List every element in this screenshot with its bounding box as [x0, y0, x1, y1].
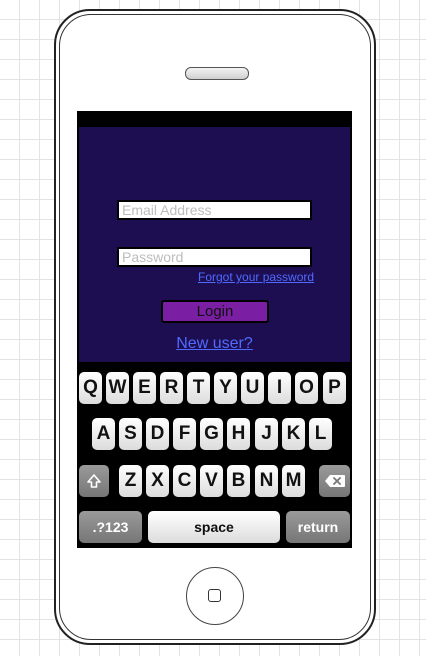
key-y[interactable]: Y — [214, 372, 237, 404]
status-bar — [77, 111, 352, 127]
key-e[interactable]: E — [133, 372, 156, 404]
key-s[interactable]: S — [119, 418, 142, 450]
key-m[interactable]: M — [282, 465, 305, 497]
key-i[interactable]: I — [268, 372, 291, 404]
email-field[interactable] — [117, 200, 312, 220]
key-o[interactable]: O — [295, 372, 318, 404]
space-key[interactable]: space — [148, 511, 280, 543]
key-d[interactable]: D — [146, 418, 169, 450]
speaker-grille — [185, 67, 249, 80]
numbers-key[interactable]: .?123 — [79, 511, 142, 543]
home-square-icon — [208, 589, 221, 602]
key-g[interactable]: G — [200, 418, 223, 450]
key-v[interactable]: V — [200, 465, 223, 497]
forgot-password-link[interactable]: Forgot your password — [198, 270, 314, 284]
key-k[interactable]: K — [282, 418, 305, 450]
home-button[interactable] — [186, 567, 244, 625]
login-button[interactable]: Login — [161, 300, 269, 323]
key-n[interactable]: N — [255, 465, 278, 497]
key-z[interactable]: Z — [119, 465, 142, 497]
key-w[interactable]: W — [106, 372, 129, 404]
key-x[interactable]: X — [146, 465, 169, 497]
key-h[interactable]: H — [227, 418, 250, 450]
key-a[interactable]: A — [92, 418, 115, 450]
shift-arrow-icon — [87, 474, 101, 488]
key-l[interactable]: L — [309, 418, 332, 450]
shift-key[interactable] — [79, 465, 109, 497]
key-p[interactable]: P — [323, 372, 346, 404]
backspace-key[interactable] — [319, 465, 350, 497]
key-c[interactable]: C — [173, 465, 196, 497]
key-b[interactable]: B — [227, 465, 250, 497]
password-field[interactable] — [117, 247, 312, 267]
key-t[interactable]: T — [187, 372, 210, 404]
backspace-icon — [324, 475, 345, 487]
phone-screen: Forgot your password Login New user? Q W… — [77, 111, 352, 548]
onscreen-keyboard: Q W E R T Y U I O P A S D F G H J K L Z … — [77, 362, 352, 548]
new-user-link[interactable]: New user? — [79, 335, 350, 353]
key-r[interactable]: R — [160, 372, 183, 404]
key-f[interactable]: F — [173, 418, 196, 450]
login-screen: Forgot your password Login New user? — [79, 127, 350, 362]
key-q[interactable]: Q — [79, 372, 102, 404]
key-u[interactable]: U — [241, 372, 264, 404]
key-j[interactable]: J — [255, 418, 278, 450]
return-key[interactable]: return — [286, 511, 350, 543]
